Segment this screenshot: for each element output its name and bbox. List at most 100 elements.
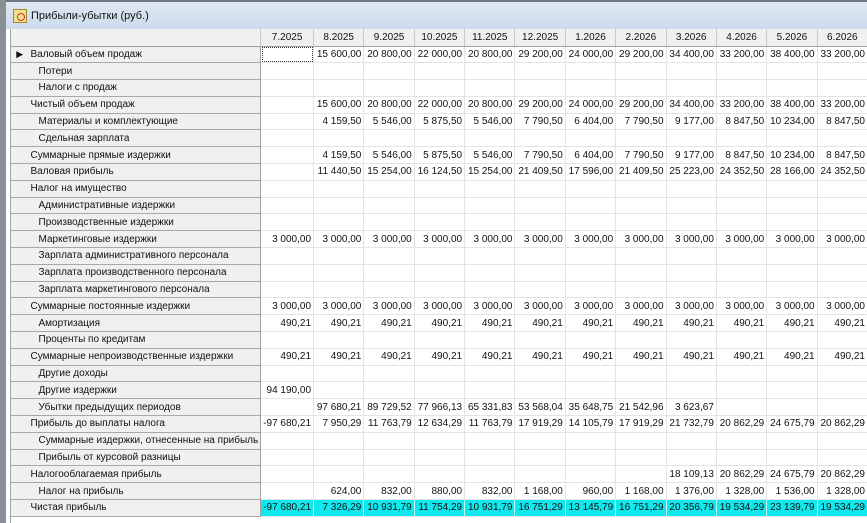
value-cell[interactable]	[260, 96, 315, 114]
value-cell[interactable]: 624,00	[313, 482, 365, 501]
value-cell[interactable]	[766, 197, 818, 215]
value-cell[interactable]	[260, 180, 315, 198]
value-cell[interactable]	[716, 281, 768, 299]
row-indicator[interactable]	[11, 79, 29, 97]
value-cell[interactable]	[817, 432, 867, 450]
value-cell[interactable]: 6 404,00	[565, 146, 617, 165]
value-cell[interactable]	[414, 465, 466, 484]
value-cell[interactable]	[514, 381, 566, 400]
value-cell[interactable]	[464, 264, 516, 282]
value-cell[interactable]: 490,21	[260, 314, 315, 333]
value-cell[interactable]	[615, 247, 667, 265]
value-cell[interactable]	[716, 129, 768, 148]
value-cell[interactable]: 15 254,00	[363, 163, 415, 181]
row-indicator[interactable]	[11, 499, 29, 517]
value-cell[interactable]	[766, 398, 818, 417]
value-cell[interactable]	[817, 247, 867, 265]
value-cell[interactable]	[666, 247, 717, 265]
value-cell[interactable]: 8 847,50	[817, 146, 867, 165]
value-cell[interactable]	[817, 449, 867, 467]
value-cell[interactable]: 11 763,79	[363, 415, 415, 433]
value-cell[interactable]: 7 326,29	[313, 499, 365, 517]
value-cell[interactable]	[766, 331, 818, 349]
value-cell[interactable]	[313, 449, 365, 467]
value-cell[interactable]	[565, 62, 617, 81]
value-cell[interactable]: 20 862,29	[817, 465, 867, 484]
value-cell[interactable]	[716, 180, 768, 198]
row-indicator[interactable]	[11, 482, 29, 501]
value-cell[interactable]: 19 534,29	[817, 499, 867, 517]
value-cell[interactable]: 15 600,00	[313, 96, 365, 114]
value-cell[interactable]	[716, 213, 768, 232]
value-cell[interactable]: 490,21	[464, 314, 516, 333]
value-cell[interactable]: 5 546,00	[464, 146, 516, 165]
row-indicator[interactable]	[11, 281, 29, 299]
value-cell[interactable]	[363, 465, 415, 484]
value-cell[interactable]	[363, 129, 415, 148]
value-cell[interactable]	[414, 197, 466, 215]
table-row[interactable]: Чистая прибыль -97 680,21 7 326,29 10 931,7…	[11, 499, 867, 517]
value-cell[interactable]: 33 200,00	[817, 46, 867, 64]
value-cell[interactable]: -97 680,21	[260, 415, 315, 433]
table-row[interactable]: Убытки предыдущих периодов 97 680,21 89 72…	[11, 398, 867, 417]
value-cell[interactable]: 1 168,00	[514, 482, 566, 501]
value-cell[interactable]: 11 440,50	[313, 163, 365, 181]
value-cell[interactable]	[464, 62, 516, 81]
value-cell[interactable]	[514, 129, 566, 148]
value-cell[interactable]	[313, 264, 365, 282]
value-cell[interactable]	[666, 449, 717, 467]
value-cell[interactable]	[363, 180, 415, 198]
value-cell[interactable]: 490,21	[716, 314, 768, 333]
value-cell[interactable]	[666, 129, 717, 148]
value-cell[interactable]	[817, 213, 867, 232]
value-cell[interactable]: 1 168,00	[615, 482, 667, 501]
row-indicator[interactable]	[11, 297, 29, 316]
value-cell[interactable]	[615, 331, 667, 349]
value-cell[interactable]	[260, 163, 315, 181]
value-cell[interactable]	[766, 381, 818, 400]
value-cell[interactable]	[313, 465, 365, 484]
value-cell[interactable]: 16 751,29	[615, 499, 667, 517]
value-cell[interactable]	[817, 129, 867, 148]
value-cell[interactable]	[716, 79, 768, 97]
value-cell[interactable]	[817, 281, 867, 299]
value-cell[interactable]	[615, 381, 667, 400]
value-cell[interactable]: 29 200,00	[514, 96, 566, 114]
value-cell[interactable]	[666, 62, 717, 81]
value-cell[interactable]	[464, 213, 516, 232]
value-cell[interactable]: 490,21	[514, 314, 566, 333]
value-cell[interactable]	[363, 62, 415, 81]
row-indicator[interactable]	[11, 465, 29, 484]
table-row[interactable]: Прибыль от курсовой разницы	[11, 449, 867, 467]
value-cell[interactable]: 28 166,00	[766, 163, 818, 181]
value-cell[interactable]	[716, 331, 768, 349]
value-cell[interactable]	[313, 381, 365, 400]
row-indicator[interactable]	[11, 197, 29, 215]
table-row[interactable]: Налогооблагаемая прибыль 18 109,13 20 862,…	[11, 465, 867, 484]
table-row[interactable]: Налоги с продаж	[11, 79, 867, 97]
value-cell[interactable]: 3 000,00	[817, 297, 867, 316]
value-cell[interactable]: 490,21	[666, 348, 717, 366]
value-cell[interactable]: 5 875,50	[414, 113, 466, 131]
value-cell[interactable]	[817, 365, 867, 383]
value-cell[interactable]: 97 680,21	[313, 398, 365, 417]
table-row[interactable]: Налог на прибыль 624,00 832,00 880,00 832,00…	[11, 482, 867, 501]
value-cell[interactable]	[260, 449, 315, 467]
value-cell[interactable]: 3 000,00	[766, 297, 818, 316]
row-indicator[interactable]	[11, 129, 29, 148]
row-indicator[interactable]	[11, 62, 29, 81]
value-cell[interactable]: 24 352,50	[817, 163, 867, 181]
value-cell[interactable]	[666, 365, 717, 383]
value-cell[interactable]	[666, 331, 717, 349]
value-cell[interactable]: 3 000,00	[514, 230, 566, 249]
value-cell[interactable]: 7 790,50	[514, 146, 566, 165]
value-cell[interactable]	[514, 449, 566, 467]
value-cell[interactable]: 15 600,00	[313, 46, 365, 64]
value-cell[interactable]	[666, 281, 717, 299]
value-cell[interactable]	[565, 180, 617, 198]
value-cell[interactable]	[817, 381, 867, 400]
value-cell[interactable]: 490,21	[716, 348, 768, 366]
value-cell[interactable]: 490,21	[464, 348, 516, 366]
value-cell[interactable]	[666, 180, 717, 198]
table-row[interactable]: Зарплата административного персонала	[11, 247, 867, 265]
